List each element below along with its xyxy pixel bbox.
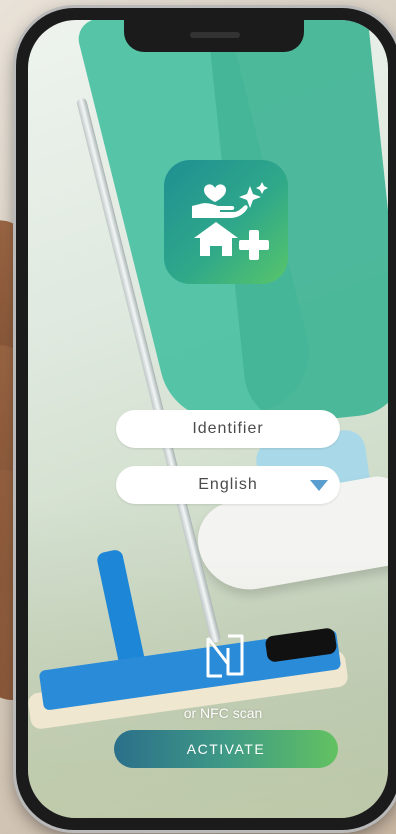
app-screen: Identifier English or NFC scan ACTIVATE bbox=[28, 20, 388, 818]
identifier-placeholder: Identifier bbox=[192, 420, 264, 437]
speaker-grille bbox=[190, 32, 240, 38]
care-home-plus-icon bbox=[192, 182, 269, 260]
dropdown-arrow-icon[interactable] bbox=[310, 480, 328, 491]
app-logo bbox=[164, 160, 288, 284]
language-select[interactable]: English bbox=[116, 466, 340, 504]
nfc-scan-label: or NFC scan bbox=[183, 705, 263, 721]
phone-frame: Identifier English or NFC scan ACTIVATE bbox=[16, 8, 396, 830]
phone-notch bbox=[124, 20, 304, 52]
activate-button[interactable]: ACTIVATE bbox=[114, 730, 338, 768]
identifier-field[interactable]: Identifier bbox=[116, 410, 340, 448]
language-value: English bbox=[198, 476, 258, 493]
nfc-icon[interactable] bbox=[198, 626, 252, 686]
